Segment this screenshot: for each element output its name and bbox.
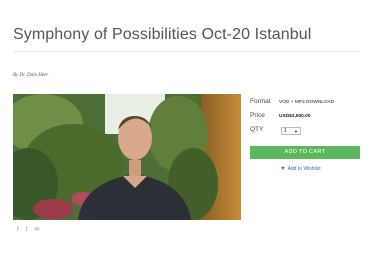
heart-icon: ♥ <box>281 166 285 172</box>
share-icons: f t ✉ <box>17 226 39 234</box>
quantity-value: 1 <box>284 128 287 134</box>
email-icon[interactable]: ✉ <box>34 226 39 233</box>
author-byline: By Dr. Dain Heer <box>13 73 49 78</box>
add-to-cart-button[interactable]: ADD TO CART <box>250 146 360 159</box>
chevron-down-icon: ▼ <box>294 129 298 134</box>
add-to-wishlist-link[interactable]: ♥ Add to Wishlist <box>281 166 321 172</box>
price-value: USD$3,500.00 <box>279 114 311 119</box>
twitter-icon[interactable]: t <box>26 227 28 233</box>
product-image <box>13 94 241 220</box>
format-label: Format <box>250 98 271 105</box>
wishlist-label: Add to Wishlist <box>287 166 321 172</box>
qty-label: QTY <box>250 126 264 133</box>
price-label: Price <box>250 112 265 119</box>
format-value: VOD + MP3 DOWNLOAD <box>279 100 335 105</box>
quantity-select[interactable]: 1 ▼ <box>281 127 301 135</box>
facebook-icon[interactable]: f <box>17 227 19 233</box>
page-title: Symphony of Possibilities Oct-20 Istanbu… <box>13 26 312 43</box>
presenter-photo <box>13 94 241 220</box>
title-divider <box>13 51 360 52</box>
